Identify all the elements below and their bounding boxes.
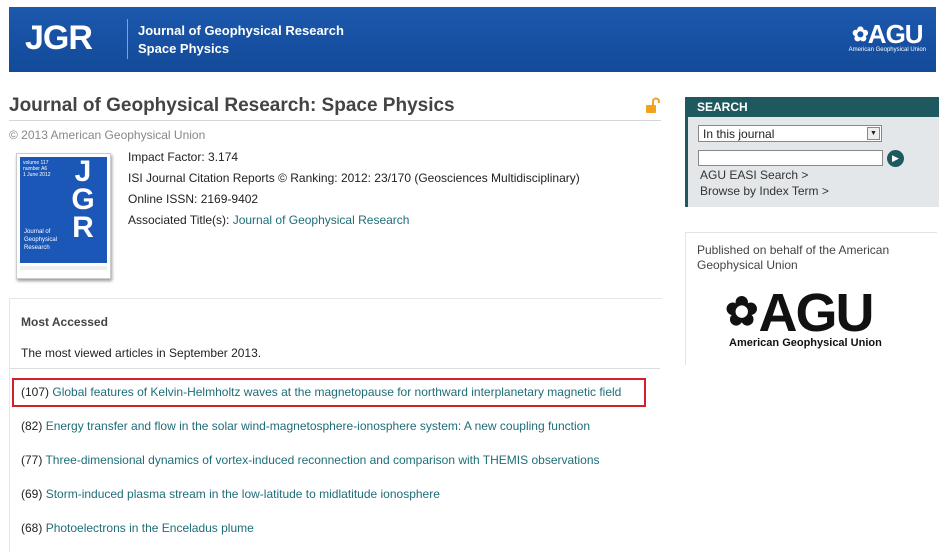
journal-cover-image[interactable]: volume 117 number A6 1 June 2012 JGR Jou… — [16, 153, 111, 279]
article-view-count: (77) — [21, 453, 46, 467]
cover-letters: JGR — [71, 155, 95, 244]
article-link[interactable]: Photoelectrons in the Enceladus plume — [46, 521, 254, 535]
page-title: Journal of Geophysical Research: Space P… — [9, 95, 455, 116]
cover-issue-meta: volume 117 number A6 1 June 2012 — [23, 160, 51, 178]
agu-logo-tagline: American Geophysical Union — [848, 47, 926, 53]
article-item: (69) Storm-induced plasma stream in the … — [21, 487, 440, 501]
search-heading: SEARCH — [688, 97, 939, 117]
agu-swirl-icon: ✿ — [852, 24, 869, 46]
cover-journal-name: Journal of Geophysical Research — [24, 229, 58, 251]
article-item: (82) Energy transfer and flow in the sol… — [21, 419, 590, 433]
article-view-count: (82) — [21, 419, 46, 433]
title-divider — [9, 120, 661, 121]
cover-footer-strip — [20, 266, 107, 270]
open-access-lock-icon — [646, 97, 660, 113]
search-go-icon[interactable]: ▶ — [887, 150, 904, 167]
agu-logo-text: AGU — [867, 19, 924, 49]
associated-title-link[interactable]: Journal of Geophysical Research — [233, 213, 410, 227]
search-scope-value: In this journal — [703, 127, 775, 141]
article-item: (107) Global features of Kelvin-Helmholt… — [21, 385, 621, 399]
most-accessed-divider — [10, 368, 660, 369]
agu-header-logo[interactable]: ✿AGU American Geophysical Union — [849, 21, 926, 53]
article-item: (77) Three-dimensional dynamics of vorte… — [21, 453, 600, 467]
jgr-logo[interactable]: JGR — [25, 19, 93, 57]
most-accessed-subtitle: The most viewed articles in September 20… — [21, 346, 262, 360]
journal-banner: JGR Journal of Geophysical Research Spac… — [9, 7, 936, 72]
banner-divider — [127, 19, 128, 59]
article-link[interactable]: Global features of Kelvin-Helmholtz wave… — [52, 385, 621, 399]
dropdown-arrow-icon[interactable]: ▼ — [867, 127, 880, 140]
banner-title-line2: Space Physics — [138, 41, 230, 56]
search-input[interactable] — [698, 150, 883, 166]
copyright: © 2013 American Geophysical Union — [9, 128, 206, 142]
publisher-text: Published on behalf of the American Geop… — [697, 243, 890, 272]
most-accessed-heading: Most Accessed — [21, 315, 108, 329]
article-link[interactable]: Storm-induced plasma stream in the low-l… — [46, 487, 440, 501]
article-link[interactable]: Three-dimensional dynamics of vortex-ind… — [45, 453, 599, 467]
isi-ranking: ISI Journal Citation Reports © Ranking: … — [128, 171, 580, 185]
article-view-count: (68) — [21, 521, 46, 535]
agu-publisher-logo-text: AGU — [758, 283, 875, 343]
browse-index-term-link[interactable]: Browse by Index Term > — [700, 184, 829, 198]
associated-titles: Associated Title(s): Journal of Geophysi… — [128, 213, 409, 227]
article-link[interactable]: Energy transfer and flow in the solar wi… — [46, 419, 590, 433]
search-panel: SEARCH In this journal ▼ ▶ AGU EASI Sear… — [685, 97, 939, 207]
associated-titles-label: Associated Title(s): — [128, 213, 233, 227]
agu-easi-search-link[interactable]: AGU EASI Search > — [700, 168, 808, 182]
article-item: (68) Photoelectrons in the Enceladus plu… — [21, 521, 254, 535]
agu-swirl-icon: ✿ — [725, 290, 758, 334]
article-view-count: (107) — [21, 385, 53, 399]
agu-publisher-logo-subtitle: American Geophysical Union — [729, 337, 882, 349]
article-view-count: (69) — [21, 487, 46, 501]
online-issn: Online ISSN: 2169-9402 — [128, 192, 259, 206]
banner-title-line1: Journal of Geophysical Research — [138, 23, 344, 38]
impact-factor: Impact Factor: 3.174 — [128, 150, 239, 164]
search-scope-select[interactable]: In this journal ▼ — [698, 125, 882, 142]
agu-publisher-logo[interactable]: ✿AGU American Geophysical Union — [725, 285, 910, 351]
